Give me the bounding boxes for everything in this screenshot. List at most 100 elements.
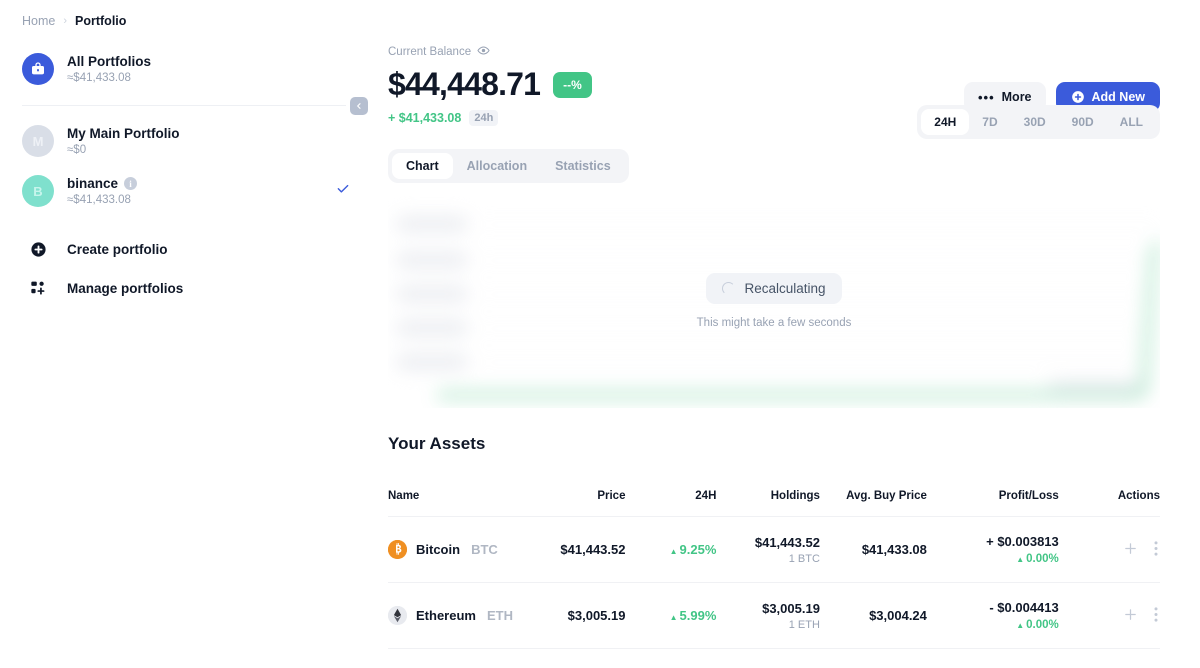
- asset-name: Bitcoin: [416, 542, 461, 557]
- portfolio-sidebar: All Portfolios ≈$41,433.08 M My Main Por…: [0, 44, 368, 668]
- sidebar-item-binance[interactable]: B binance i ≈$41,433.08: [0, 166, 368, 216]
- table-row[interactable]: Bitcoin BTC $41,443.52 ▲ 9.25% $41,443.52…: [388, 516, 1160, 583]
- more-button-label: More: [1001, 90, 1032, 104]
- dots-vertical-icon[interactable]: [1154, 541, 1158, 558]
- my-main-portfolio-text: My Main Portfolio ≈$0: [67, 126, 180, 156]
- eye-icon[interactable]: [477, 44, 490, 60]
- range-30d[interactable]: 30D: [1011, 109, 1059, 135]
- breadcrumb-current: Portfolio: [75, 14, 127, 28]
- asset-profit-loss-value: - $0.004413: [989, 600, 1059, 615]
- coin-cell: Bitcoin BTC: [388, 540, 513, 559]
- dots-horizontal-icon: •••: [977, 89, 995, 105]
- caret-up-icon: ▲: [1016, 621, 1025, 630]
- chart-tabs: Chart Allocation Statistics: [388, 149, 629, 183]
- asset-change-24h: ▲ 5.99%: [670, 608, 717, 623]
- row-actions: [1059, 541, 1160, 558]
- breadcrumb-home[interactable]: Home: [22, 14, 55, 28]
- range-all[interactable]: ALL: [1107, 109, 1156, 135]
- asset-symbol: ETH: [486, 608, 513, 623]
- balance-delta-period: 24h: [469, 110, 499, 126]
- column-header-profit-loss: Profit/Loss: [926, 476, 1059, 517]
- asset-holdings-amount: 1 ETH: [788, 618, 820, 631]
- grid-squares-icon: [22, 280, 54, 296]
- assets-table-head: Name Price 24H Holdings Avg. Buy Price P…: [388, 476, 1160, 517]
- asset-actions-cell: [1058, 582, 1160, 649]
- asset-profit-loss-percent-row: ▲ 0.00%: [927, 553, 1059, 565]
- asset-name-cell: Bitcoin BTC: [388, 516, 513, 583]
- chart-range-selector: 24H 7D 30D 90D ALL: [917, 105, 1160, 139]
- plus-icon[interactable]: [1123, 607, 1138, 624]
- asset-symbol: BTC: [471, 542, 498, 557]
- asset-price: $41,443.52: [512, 516, 626, 583]
- asset-holdings-amount: 1 BTC: [788, 552, 820, 565]
- recalculating-hint: This might take a few seconds: [696, 317, 852, 329]
- tab-chart[interactable]: Chart: [392, 153, 453, 179]
- asset-change-24h-cell: ▲ 5.99%: [625, 582, 717, 649]
- portfolio-page: Home › Portfolio All Portfolios ≈$41,433…: [0, 0, 1200, 668]
- plus-icon[interactable]: [1123, 541, 1138, 558]
- caret-up-icon: ▲: [669, 613, 678, 622]
- asset-price: $3,005.19: [512, 582, 626, 649]
- row-actions: [1059, 607, 1160, 624]
- portfolio-chart[interactable]: Recalculating This might take a few seco…: [388, 194, 1160, 408]
- asset-actions-cell: [1058, 516, 1160, 583]
- asset-change-24h: ▲ 9.25%: [670, 542, 717, 557]
- breadcrumb: Home › Portfolio: [22, 14, 126, 28]
- assets-header-row: Name Price 24H Holdings Avg. Buy Price P…: [388, 476, 1160, 517]
- info-icon[interactable]: i: [124, 177, 138, 190]
- chevron-left-icon[interactable]: [350, 96, 368, 115]
- current-balance-label-row: Current Balance: [388, 44, 1160, 60]
- table-row[interactable]: Ethereum ETH $3,005.19 ▲ 5.99% $3,005.19 …: [388, 582, 1160, 649]
- column-header-24h: 24H: [625, 476, 717, 517]
- all-portfolios-value: ≈$41,433.08: [67, 72, 131, 84]
- asset-profit-loss-cell: + $0.003813 ▲ 0.00%: [926, 516, 1059, 583]
- sidebar-item-create-portfolio[interactable]: Create portfolio: [0, 230, 368, 269]
- balance-amount: $44,448.71: [388, 66, 541, 102]
- manage-portfolios-label: Manage portfolios: [67, 280, 184, 296]
- avatar: B: [22, 175, 54, 207]
- column-header-holdings: Holdings: [716, 476, 820, 517]
- asset-holdings-value: $41,443.52: [754, 534, 820, 550]
- coin-cell: Ethereum ETH: [388, 606, 513, 625]
- caret-up-icon: ▲: [1016, 555, 1025, 564]
- range-24h[interactable]: 24H: [921, 109, 970, 135]
- asset-profit-loss-percent: 0.00%: [1026, 553, 1059, 565]
- assets-title: Your Assets: [388, 434, 486, 453]
- all-portfolios-avatar: [22, 53, 54, 85]
- sidebar-item-manage-portfolios[interactable]: Manage portfolios: [0, 269, 368, 307]
- chart-loading-overlay: Recalculating This might take a few seco…: [388, 194, 1160, 408]
- binance-text: binance i ≈$41,433.08: [67, 176, 138, 206]
- create-portfolio-label: Create portfolio: [67, 242, 168, 257]
- sidebar-item-my-main-portfolio[interactable]: M My Main Portfolio ≈$0: [0, 116, 368, 166]
- dots-vertical-icon[interactable]: [1154, 607, 1158, 624]
- range-90d[interactable]: 90D: [1059, 109, 1107, 135]
- sidebar-item-all-portfolios[interactable]: All Portfolios ≈$41,433.08: [0, 44, 368, 94]
- ethereum-icon: [388, 606, 407, 625]
- bitcoin-icon: [388, 540, 407, 559]
- check-icon: [336, 182, 350, 201]
- current-balance-label: Current Balance: [388, 46, 472, 58]
- add-new-button-label: Add New: [1091, 90, 1145, 104]
- asset-profit-loss-cell: - $0.004413 ▲ 0.00%: [926, 582, 1059, 649]
- asset-profit-loss-value: + $0.003813: [986, 534, 1059, 549]
- all-portfolios-label: All Portfolios: [67, 54, 151, 69]
- range-7d[interactable]: 7D: [969, 109, 1010, 135]
- tab-allocation[interactable]: Allocation: [453, 153, 541, 179]
- assets-table: Name Price 24H Holdings Avg. Buy Price P…: [388, 476, 1160, 649]
- spinner-icon: [722, 282, 736, 295]
- assets-table-body: Bitcoin BTC $41,443.52 ▲ 9.25% $41,443.52…: [388, 516, 1160, 649]
- column-header-actions: Actions: [1058, 476, 1160, 517]
- asset-avg-buy-price: $3,004.24: [819, 582, 927, 649]
- sidebar-divider: [22, 96, 368, 115]
- recalculating-pill: Recalculating: [706, 273, 842, 304]
- caret-up-icon: ▲: [669, 547, 678, 556]
- tab-statistics[interactable]: Statistics: [541, 153, 625, 179]
- column-header-price: Price: [512, 476, 626, 517]
- balance-change-badge: --%: [553, 71, 592, 98]
- binance-value: ≈$41,433.08: [67, 194, 131, 206]
- my-main-portfolio-value: ≈$0: [67, 144, 87, 156]
- asset-holdings-cell: $41,443.52 1 BTC: [716, 516, 820, 583]
- asset-name: Ethereum: [416, 608, 476, 623]
- asset-change-24h-cell: ▲ 9.25%: [625, 516, 717, 583]
- balance-delta-value: + $41,433.08: [388, 111, 462, 125]
